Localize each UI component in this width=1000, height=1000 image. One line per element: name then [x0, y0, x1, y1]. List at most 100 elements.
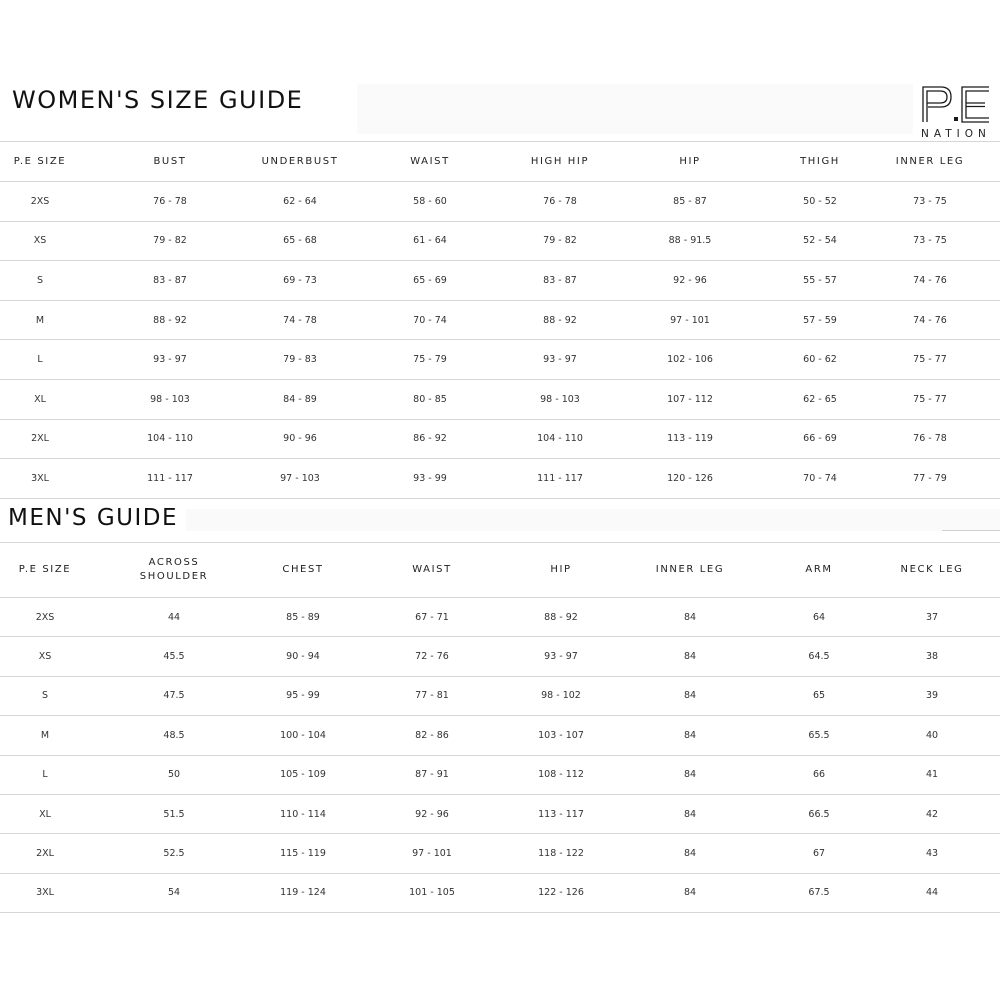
- men-measurement-cell: 50: [90, 755, 258, 795]
- women-size-label: M: [0, 300, 80, 341]
- women-measurement-cell: 93 - 97: [520, 339, 600, 380]
- men-size-label: XS: [0, 636, 90, 677]
- women-measurement-cell: 73 - 75: [860, 221, 1000, 262]
- men-measurement-cell: 40: [864, 715, 1000, 756]
- pe-nation-logo: NATION: [918, 84, 994, 142]
- men-measurement-cell: 115 - 119: [258, 833, 348, 874]
- women-measurement-cell: 107 - 112: [600, 379, 780, 420]
- men-measurement-cell: 48.5: [90, 715, 258, 756]
- men-measurement-cell: 64.5: [774, 636, 864, 677]
- women-table-row: S 83 - 87 69 - 73 65 - 69 83 - 87 92 - 96 55 -…: [0, 260, 1000, 301]
- women-measurement-cell: 74 - 76: [860, 260, 1000, 301]
- women-measurement-cell: 80 - 85: [340, 379, 520, 420]
- women-measurement-cell: 75 - 79: [340, 339, 520, 380]
- men-measurement-cell: 110 - 114: [258, 794, 348, 835]
- women-measurement-cell: 65 - 69: [340, 260, 520, 301]
- women-header-row: P.E SIZE BUST UNDERBUST WAIST HIGH HIP HIP THI…: [0, 141, 1000, 182]
- women-column-header: HIP: [600, 141, 780, 182]
- men-measurement-cell: 37: [864, 597, 1000, 638]
- men-column-header: ACROSS SHOULDER: [90, 542, 258, 598]
- men-measurement-cell: 84: [606, 833, 774, 874]
- women-measurement-cell: 73 - 75: [860, 181, 1000, 222]
- women-measurement-cell: 76 - 78: [860, 419, 1000, 460]
- women-column-header: UNDERBUST: [260, 141, 340, 182]
- men-measurement-cell: 67: [774, 833, 864, 874]
- men-size-label: 2XL: [0, 833, 90, 874]
- men-measurement-cell: 82 - 86: [348, 715, 516, 756]
- men-measurement-cell: 105 - 109: [258, 755, 348, 795]
- men-guide-title: MEN'S GUIDE: [8, 505, 178, 531]
- women-table-row: M 88 - 92 74 - 78 70 - 74 88 - 92 97 - 101 57 …: [0, 300, 1000, 341]
- men-measurement-cell: 113 - 117: [516, 794, 606, 835]
- women-table-body: 2XS 76 - 78 62 - 64 58 - 60 76 - 78 85 - 87 50…: [0, 181, 1000, 499]
- men-measurement-cell: 97 - 101: [348, 833, 516, 874]
- women-measurement-cell: 76 - 78: [520, 181, 600, 222]
- men-measurement-cell: 122 - 126: [516, 873, 606, 914]
- women-measurement-cell: 83 - 87: [520, 260, 600, 301]
- men-table-row: 2XL 52.5 115 - 119 97 - 101 118 - 122 84 67 43: [0, 833, 1000, 874]
- men-measurement-cell: 84: [606, 597, 774, 638]
- women-measurement-cell: 93 - 97: [80, 339, 260, 380]
- women-measurement-cell: 111 - 117: [80, 458, 260, 499]
- men-measurement-cell: 84: [606, 676, 774, 717]
- men-measurement-cell: 98 - 102: [516, 676, 606, 717]
- men-table-row: XS 45.5 90 - 94 72 - 76 93 - 97 84 64.5 38: [0, 636, 1000, 677]
- men-measurement-cell: 41: [864, 755, 1000, 795]
- men-measurement-cell: 51.5: [90, 794, 258, 835]
- men-title-band: [186, 509, 1000, 531]
- women-measurement-cell: 86 - 92: [340, 419, 520, 460]
- men-measurement-cell: 52.5: [90, 833, 258, 874]
- men-measurement-cell: 84: [606, 715, 774, 756]
- men-measurement-cell: 66.5: [774, 794, 864, 835]
- women-measurement-cell: 98 - 103: [520, 379, 600, 420]
- women-measurement-cell: 57 - 59: [780, 300, 860, 341]
- men-table-body: 2XS 44 85 - 89 67 - 71 88 - 92 84 64 37 XS 45.5 90…: [0, 597, 1000, 914]
- women-table-row: 3XL 111 - 117 97 - 103 93 - 99 111 - 117 120 …: [0, 458, 1000, 499]
- women-size-label: XL: [0, 379, 80, 420]
- women-table-row: XS 79 - 82 65 - 68 61 - 64 79 - 82 88 - 91.5 5…: [0, 221, 1000, 262]
- women-measurement-cell: 75 - 77: [860, 379, 1000, 420]
- women-measurement-cell: 60 - 62: [780, 339, 860, 380]
- women-measurement-cell: 90 - 96: [260, 419, 340, 460]
- women-column-header: THIGH: [780, 141, 860, 182]
- men-measurement-cell: 64: [774, 597, 864, 638]
- women-measurement-cell: 104 - 110: [80, 419, 260, 460]
- men-measurement-cell: 54: [90, 873, 258, 914]
- men-size-label: L: [0, 755, 90, 795]
- women-size-label: L: [0, 339, 80, 380]
- men-column-header: INNER LEG: [606, 542, 774, 598]
- men-measurement-cell: 90 - 94: [258, 636, 348, 677]
- women-column-header: HIGH HIP: [520, 141, 600, 182]
- women-measurement-cell: 113 - 119: [600, 419, 780, 460]
- men-measurement-cell: 65: [774, 676, 864, 717]
- women-measurement-cell: 79 - 82: [80, 221, 260, 262]
- men-table-row: 2XS 44 85 - 89 67 - 71 88 - 92 84 64 37: [0, 597, 1000, 638]
- men-measurement-cell: 39: [864, 676, 1000, 717]
- women-column-header: BUST: [80, 141, 260, 182]
- men-measurement-cell: 84: [606, 794, 774, 835]
- men-column-header: P.E SIZE: [0, 542, 90, 598]
- women-measurement-cell: 88 - 91.5: [600, 221, 780, 262]
- men-measurement-cell: 44: [90, 597, 258, 638]
- women-measurement-cell: 98 - 103: [80, 379, 260, 420]
- women-measurement-cell: 74 - 76: [860, 300, 1000, 341]
- women-measurement-cell: 76 - 78: [80, 181, 260, 222]
- men-measurement-cell: 118 - 122: [516, 833, 606, 874]
- women-size-label: 2XS: [0, 181, 80, 222]
- men-measurement-cell: 84: [606, 755, 774, 795]
- women-measurement-cell: 70 - 74: [340, 300, 520, 341]
- men-header-row: P.E SIZE ACROSS SHOULDER CHEST WAIST HIP INNE…: [0, 542, 1000, 598]
- women-measurement-cell: 70 - 74: [780, 458, 860, 499]
- women-measurement-cell: 84 - 89: [260, 379, 340, 420]
- men-size-table: P.E SIZE ACROSS SHOULDER CHEST WAIST HIP INNE…: [0, 542, 1000, 914]
- women-column-header: WAIST: [340, 141, 520, 182]
- women-size-label: XS: [0, 221, 80, 262]
- men-measurement-cell: 85 - 89: [258, 597, 348, 638]
- women-measurement-cell: 79 - 82: [520, 221, 600, 262]
- men-measurement-cell: 42: [864, 794, 1000, 835]
- women-table-row: 2XL 104 - 110 90 - 96 86 - 92 104 - 110 113 -…: [0, 419, 1000, 460]
- men-measurement-cell: 67 - 71: [348, 597, 516, 638]
- men-measurement-cell: 67.5: [774, 873, 864, 914]
- women-size-label: 3XL: [0, 458, 80, 499]
- women-measurement-cell: 85 - 87: [600, 181, 780, 222]
